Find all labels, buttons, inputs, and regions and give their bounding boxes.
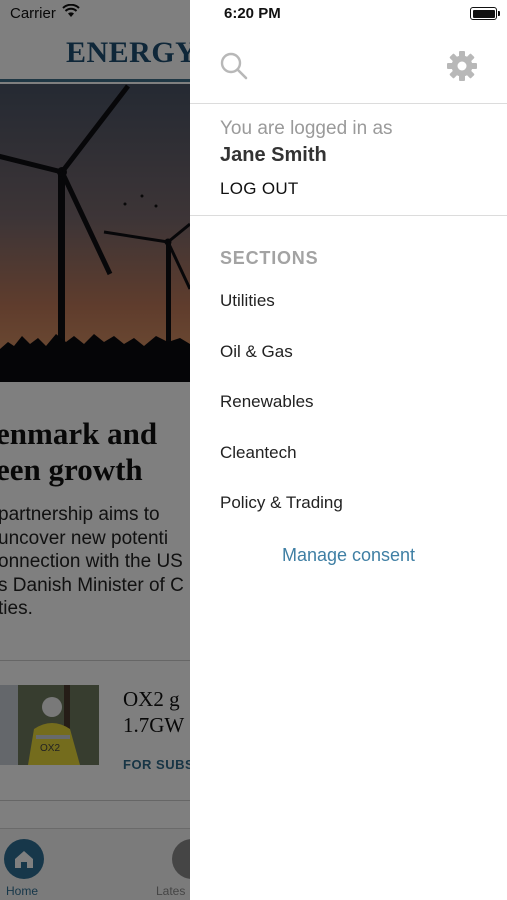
status-bar: 6:20 PM	[190, 0, 507, 28]
logout-button[interactable]: LOG OUT	[220, 179, 299, 199]
search-icon	[220, 52, 248, 80]
dim-overlay[interactable]	[0, 0, 190, 900]
status-time: 6:20 PM	[224, 5, 281, 22]
logged-in-label: You are logged in as	[220, 118, 393, 139]
account-info: You are logged in as Jane Smith	[220, 116, 490, 168]
section-item-utilities[interactable]: Utilities	[190, 290, 507, 341]
user-name: Jane Smith	[220, 144, 327, 166]
section-item-renewables[interactable]: Renewables	[190, 391, 507, 442]
section-item-oil-gas[interactable]: Oil & Gas	[190, 341, 507, 392]
section-list: Utilities Oil & Gas Renewables Cleantech…	[190, 290, 507, 543]
manage-consent-link[interactable]: Manage consent	[190, 545, 507, 566]
settings-button[interactable]	[445, 49, 479, 83]
sections-heading: SECTIONS	[220, 248, 319, 268]
divider	[190, 215, 507, 216]
side-menu: 6:20 PM You are logged in as Jane Smith …	[190, 0, 507, 900]
section-item-policy-trading[interactable]: Policy & Trading	[190, 492, 507, 543]
section-item-cleantech[interactable]: Cleantech	[190, 442, 507, 493]
battery-icon	[470, 7, 500, 20]
battery-fill	[472, 9, 495, 18]
divider	[190, 103, 507, 104]
search-button[interactable]	[218, 50, 250, 82]
menu-toolbar	[190, 40, 507, 90]
gear-icon	[447, 51, 477, 81]
